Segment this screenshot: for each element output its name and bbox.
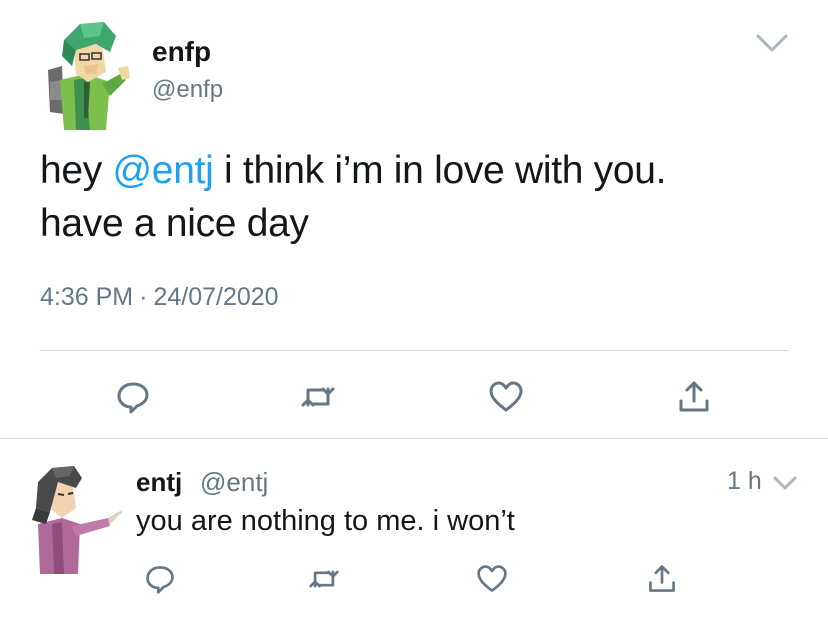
tweet-timestamp[interactable]: 4:36 PM · 24/07/2020	[40, 283, 279, 312]
author-name[interactable]: enfp	[152, 36, 211, 68]
divider	[0, 438, 828, 439]
share-icon	[649, 565, 675, 592]
tweet-text-suffix: i think i’m in love with you.	[213, 149, 667, 192]
tweet-time: 4:36 PM	[40, 283, 134, 311]
tweet-text-line-2: have a nice day	[40, 202, 309, 245]
retweet-button[interactable]	[296, 375, 340, 419]
divider	[40, 350, 788, 351]
author-handle[interactable]: @enfp	[152, 76, 223, 104]
retweet-button[interactable]	[302, 557, 346, 601]
tweet-text-line-1: hey @entj i think i’m in love with you.	[40, 144, 800, 197]
timestamp-separator: ·	[139, 283, 148, 311]
heart-icon	[477, 565, 507, 592]
tweet-text-prefix: hey	[40, 149, 113, 192]
chevron-down-icon[interactable]	[752, 28, 792, 58]
share-icon	[679, 381, 709, 412]
retweet-icon	[301, 387, 335, 407]
reply-button[interactable]	[138, 557, 182, 601]
tweet-text: hey @entj i think i’m in love with you. …	[40, 144, 800, 250]
reply-button[interactable]	[111, 375, 155, 419]
reply-author-handle[interactable]: @entj	[200, 467, 268, 498]
reply-icon	[117, 382, 149, 414]
share-button[interactable]	[640, 557, 684, 601]
like-button[interactable]	[470, 557, 514, 601]
reply-time-ago[interactable]: 1 h	[727, 467, 762, 496]
chevron-down-icon[interactable]	[770, 470, 800, 496]
like-button[interactable]	[484, 375, 528, 419]
entj-avatar[interactable]	[22, 462, 123, 574]
enfp-avatar[interactable]	[40, 22, 130, 130]
reply-author-name[interactable]: entj	[136, 467, 182, 498]
mention-link[interactable]: @entj	[113, 149, 214, 192]
retweet-icon	[309, 570, 339, 588]
heart-icon	[489, 381, 523, 412]
tweet-date: 24/07/2020	[153, 283, 279, 311]
reply-text: you are nothing to me. i won’t	[136, 505, 515, 537]
share-button[interactable]	[672, 375, 716, 419]
reply-icon	[146, 566, 174, 594]
